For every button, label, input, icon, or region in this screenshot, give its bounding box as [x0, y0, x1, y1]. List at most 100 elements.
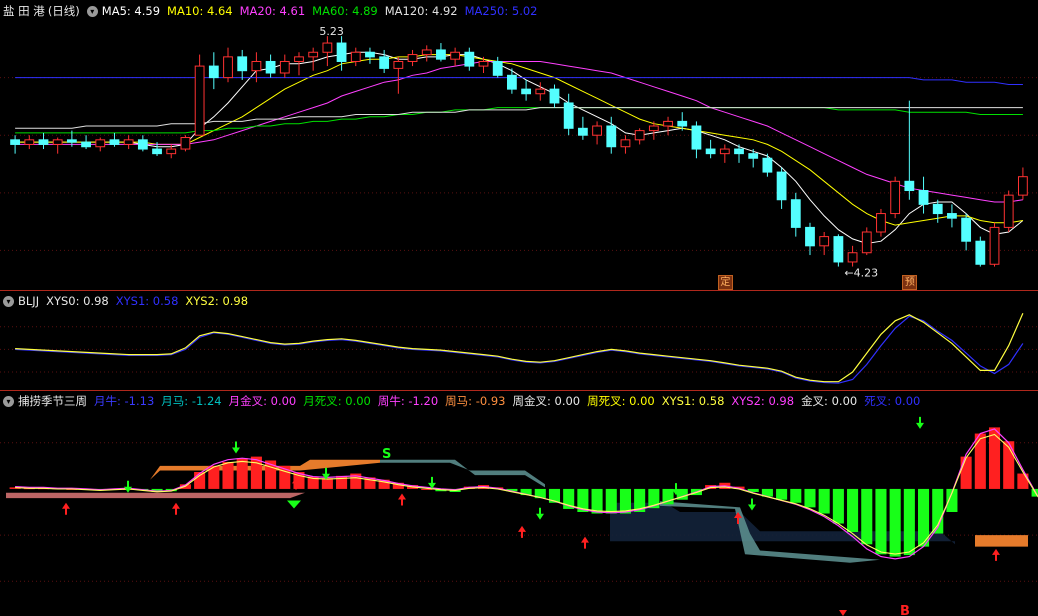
candle	[223, 47, 233, 83]
buy-arrow-icon	[992, 548, 1000, 561]
candle	[762, 153, 773, 177]
candle	[322, 36, 333, 67]
buy-arrow-icon	[518, 525, 526, 538]
bljj-legend-item: XYS0: 0.98	[46, 294, 109, 308]
candle	[365, 47, 375, 64]
histogram-bar	[960, 456, 972, 489]
ma-legend-item: MA10: 4.64	[167, 4, 233, 18]
candle	[577, 116, 588, 140]
candle	[350, 47, 361, 67]
candle	[52, 137, 63, 154]
candle	[620, 135, 631, 154]
candle	[890, 176, 901, 219]
ma-line-ma5	[15, 51, 1024, 245]
bljj-legend-item: XYS2: 0.98	[185, 294, 249, 308]
ma-line-ma60	[15, 107, 1023, 134]
catch-season-legend-item: 月马: -1.24	[161, 394, 222, 408]
signal-marker[interactable]: 预	[902, 275, 918, 290]
candle	[833, 234, 844, 267]
candle	[379, 49, 390, 73]
candle	[691, 121, 702, 159]
buy-signal-label: B	[900, 604, 910, 616]
candle	[81, 135, 91, 150]
candle	[208, 52, 219, 90]
stock-name: 盐 田 港	[3, 4, 45, 18]
candle	[947, 204, 957, 228]
buy-arrow-icon	[398, 493, 406, 506]
ma-line-ma250	[15, 77, 1023, 85]
signal-marker[interactable]: 定	[717, 275, 733, 290]
candle	[549, 84, 560, 108]
sell-arrow-icon	[916, 416, 924, 429]
catch-season-pane[interactable]: ▾ 捕捞季节三周 月牛: -1.13 月马: -1.24 月金叉: 0.00 月死叉:…	[0, 390, 1038, 616]
ma-legend-item: MA60: 4.89	[312, 4, 378, 18]
ma-legend-item: MA5: 4.59	[101, 4, 161, 18]
month-band-teal	[380, 459, 545, 488]
bljj-pane[interactable]: ▾ BLJJ XYS0: 0.98 XYS1: 0.58 XYS2: 0.98	[0, 290, 1038, 390]
week-band-orange	[975, 535, 1028, 547]
histogram-bar	[222, 462, 234, 489]
buy-arrow-icon	[839, 610, 847, 616]
histogram-bar	[861, 488, 873, 545]
candle	[776, 167, 787, 209]
ma-legend-item: MA20: 4.61	[239, 4, 306, 18]
catch-season-legend-item: XYS1: 0.58	[661, 394, 725, 408]
ma-legend: MA5: 4.59 MA10: 4.64 MA20: 4.61 MA60: 4.89 M…	[102, 3, 545, 19]
histogram-bar	[236, 458, 248, 489]
buy-arrow-icon	[62, 502, 70, 515]
histogram-bar	[818, 488, 830, 514]
histogram-bar	[903, 488, 915, 556]
candle	[961, 213, 972, 251]
buy-arrow-icon	[172, 502, 180, 515]
histogram-bar	[832, 488, 844, 524]
candle	[932, 199, 943, 223]
ma-legend-item: MA120: 4.92	[384, 4, 458, 18]
candle	[719, 144, 730, 163]
histogram-bar	[321, 478, 333, 489]
candle	[1018, 167, 1028, 200]
down-triangle-icon	[287, 500, 301, 509]
candle	[876, 208, 886, 237]
collapse-toggle-icon[interactable]: ▾	[86, 5, 98, 17]
candle	[563, 93, 574, 136]
catch-season-legend-item: 月金叉: 0.00	[228, 394, 297, 408]
catch-season-legend: 月牛: -1.13 月马: -1.24 月金叉: 0.00 月死叉: 0.00 周牛: …	[94, 393, 927, 409]
candle	[436, 43, 446, 62]
histogram-bar	[605, 488, 617, 514]
ma-line-ma10	[15, 54, 1023, 226]
indicator-name: 捕捞季节三周	[18, 394, 87, 408]
candle	[805, 222, 815, 256]
buy-arrow-icon	[581, 536, 589, 549]
indicator-name: BLJJ	[18, 294, 40, 308]
high-price-label: 5.23	[319, 25, 344, 38]
candle	[308, 47, 319, 71]
sell-arrow-icon	[536, 507, 544, 520]
candle	[137, 135, 148, 152]
candle	[521, 79, 531, 101]
catch-season-legend-item: 周金叉: 0.00	[512, 394, 581, 408]
histogram-bar	[847, 488, 859, 532]
candle	[705, 139, 716, 159]
candle	[237, 49, 248, 80]
candle	[847, 245, 858, 267]
candle	[421, 45, 432, 62]
price-header: 盐 田 港 (日线) ▾ MA5: 4.59 MA10: 4.64 MA20: 4.…	[3, 3, 544, 19]
collapse-toggle-icon[interactable]: ▾	[3, 295, 14, 307]
candle	[279, 54, 290, 78]
candle	[265, 54, 276, 78]
price-pane[interactable]: 盐 田 港 (日线) ▾ MA5: 4.59 MA10: 4.64 MA20: 4.…	[0, 0, 1038, 290]
histogram-bar	[790, 488, 802, 503]
candle	[194, 54, 205, 136]
collapse-toggle-icon[interactable]: ▾	[3, 395, 14, 407]
ma-line-ma20	[15, 61, 1023, 203]
candle	[634, 128, 645, 145]
histogram-bar	[194, 472, 206, 489]
sell-arrow-icon	[748, 498, 756, 511]
histogram-bar	[1003, 441, 1015, 489]
catch-season-header: ▾ 捕捞季节三周 月牛: -1.13 月马: -1.24 月金叉: 0.00 月死叉:…	[3, 393, 927, 409]
candle	[989, 222, 1000, 267]
month-band-dark	[610, 502, 955, 545]
sell-arrow-icon	[232, 441, 240, 454]
candle	[819, 232, 830, 256]
candlestick-chart: 5.23 ←4.23	[0, 25, 1038, 280]
